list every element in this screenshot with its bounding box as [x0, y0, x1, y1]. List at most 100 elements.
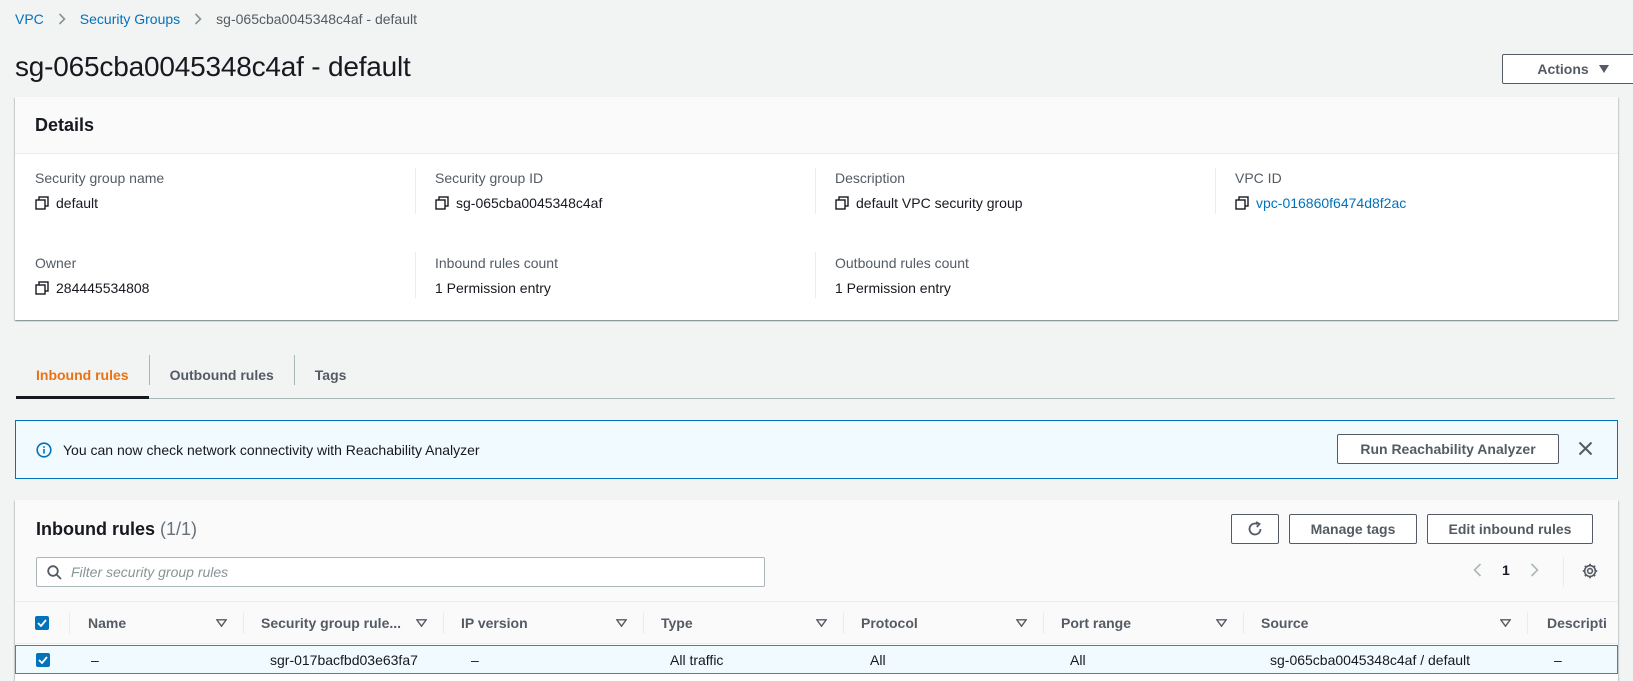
field-description: Description default VPC security group [835, 170, 1215, 211]
column-header-name[interactable]: Name [71, 602, 243, 643]
field-value: 284445534808 [56, 280, 150, 296]
tab-tags[interactable]: Tags [295, 351, 367, 398]
copy-icon[interactable] [435, 196, 449, 210]
column-header-source[interactable]: Source [1243, 602, 1527, 643]
row-select-cell [36, 646, 50, 673]
field-label: VPC ID [1235, 170, 1282, 186]
sort-icon [1500, 618, 1511, 627]
close-icon[interactable] [1578, 441, 1593, 456]
gear-icon[interactable] [1582, 563, 1598, 579]
cell-rule-id: sgr-017bacfbd03e63fa7 [270, 651, 418, 668]
vpc-id-link[interactable]: vpc-016860f6474d8f2ac [1256, 195, 1406, 211]
refresh-button[interactable] [1231, 514, 1279, 544]
actions-button[interactable]: Actions [1502, 54, 1633, 84]
breadcrumb-current: sg-065cba0045348c4af - default [216, 11, 417, 27]
field-label: Inbound rules count [435, 255, 558, 271]
actions-button-label: Actions [1537, 61, 1589, 77]
tab-bar: Inbound rules Outbound rules Tags [16, 351, 1615, 399]
field-vpc-id: VPC ID vpc-016860f6474d8f2ac [1235, 170, 1615, 211]
banner-text: You can now check network connectivity w… [63, 441, 480, 458]
table-header: Name Security group rule... IP version T… [15, 601, 1618, 644]
field-outbound-rules-count: Outbound rules count 1 Permission entry [835, 255, 1215, 296]
details-heading: Details [35, 114, 95, 135]
row-checkbox[interactable] [36, 652, 50, 667]
search-icon [47, 564, 62, 580]
field-label: Owner [35, 255, 77, 271]
chevron-right-icon [58, 13, 66, 25]
tab-outbound-rules[interactable]: Outbound rules [150, 351, 294, 398]
column-header-type[interactable]: Type [643, 602, 843, 643]
page-title: sg-065cba0045348c4af - default [15, 51, 411, 82]
column-header-rule-id[interactable]: Security group rule... [243, 602, 443, 643]
breadcrumb-security-groups-link[interactable]: Security Groups [80, 11, 180, 27]
inbound-rules-header: Inbound rules (1/1) Manage tags Edit inb… [15, 500, 1618, 601]
refresh-icon [1247, 521, 1263, 537]
info-banner: You can now check network connectivity w… [15, 420, 1618, 479]
edit-inbound-rules-button[interactable]: Edit inbound rules [1427, 514, 1593, 544]
inbound-rules-title-text: Inbound rules [36, 519, 155, 539]
sort-icon [1016, 618, 1027, 627]
column-divider [1215, 168, 1216, 214]
cell-name: – [91, 651, 99, 668]
copy-icon[interactable] [1235, 196, 1249, 210]
filter-input[interactable] [71, 564, 741, 580]
field-value: 1 Permission entry [835, 280, 951, 296]
inbound-rules-title: Inbound rules (1/1) [36, 519, 197, 540]
pagination: 1 [1473, 562, 1539, 578]
field-label: Security group ID [435, 170, 544, 186]
cell-source: sg-065cba0045348c4af / default [1270, 651, 1471, 668]
tab-inbound-rules[interactable]: Inbound rules [16, 351, 149, 399]
field-owner: Owner 284445534808 [35, 255, 415, 296]
column-divider [815, 252, 816, 298]
sort-icon [816, 618, 827, 627]
filter-box [36, 557, 765, 587]
page-number[interactable]: 1 [1502, 562, 1510, 578]
info-icon [36, 441, 52, 458]
field-value: sg-065cba0045348c4af [456, 195, 603, 211]
cell-port-range: All [1070, 651, 1086, 668]
select-all-checkbox[interactable] [35, 615, 49, 630]
field-security-group-name: Security group name default [35, 170, 415, 211]
field-inbound-rules-count: Inbound rules count 1 Permission entry [435, 255, 815, 296]
next-page-icon[interactable] [1530, 563, 1539, 577]
sort-icon [616, 618, 627, 627]
run-reachability-analyzer-button[interactable]: Run Reachability Analyzer [1337, 434, 1559, 464]
column-divider [815, 168, 816, 214]
column-header-description[interactable]: Descripti [1527, 602, 1618, 643]
field-label: Description [835, 170, 906, 186]
field-security-group-id: Security group ID sg-065cba0045348c4af [435, 170, 815, 211]
details-panel: Details Security group name default Secu… [15, 97, 1618, 320]
pager-divider [1563, 557, 1564, 587]
inbound-rules-count: (1/1) [160, 519, 198, 539]
cell-type: All traffic [670, 651, 724, 668]
column-divider [415, 168, 416, 214]
field-label: Outbound rules count [835, 255, 969, 271]
breadcrumb-vpc-link[interactable]: VPC [15, 11, 44, 27]
field-value: default VPC security group [856, 195, 1023, 211]
caret-down-icon [1598, 65, 1609, 73]
sort-icon [216, 618, 227, 627]
column-header-protocol[interactable]: Protocol [843, 602, 1043, 643]
copy-icon[interactable] [835, 196, 849, 210]
field-label: Security group name [35, 170, 165, 186]
checkmark-icon [37, 618, 47, 627]
cell-ip-version: – [471, 651, 479, 668]
copy-icon[interactable] [35, 281, 49, 295]
inbound-rules-panel: Inbound rules (1/1) Manage tags Edit inb… [15, 500, 1618, 681]
details-header: Details [15, 97, 1618, 154]
column-header-ip-version[interactable]: IP version [443, 602, 643, 643]
checkmark-icon [38, 655, 48, 664]
column-divider [415, 252, 416, 298]
breadcrumb: VPC Security Groups sg-065cba0045348c4af… [15, 11, 417, 27]
copy-icon[interactable] [35, 196, 49, 210]
chevron-right-icon [194, 13, 202, 25]
cell-description: – [1554, 651, 1562, 668]
column-divider [69, 612, 70, 634]
sort-icon [416, 618, 427, 627]
sort-icon [1216, 618, 1227, 627]
table-row[interactable]: – sgr-017bacfbd03e63fa7 – All traffic Al… [15, 645, 1618, 674]
column-header-port-range[interactable]: Port range [1043, 602, 1243, 643]
previous-page-icon[interactable] [1473, 563, 1482, 577]
field-value: 1 Permission entry [435, 280, 551, 296]
manage-tags-button[interactable]: Manage tags [1289, 514, 1417, 544]
